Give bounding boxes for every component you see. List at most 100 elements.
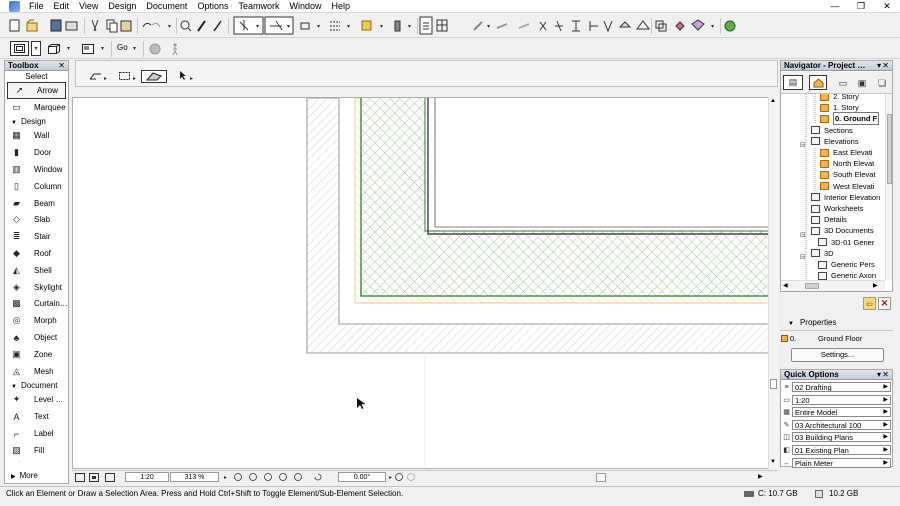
nav-item[interactable]: Sections — [811, 125, 853, 136]
copy-button[interactable] — [106, 19, 120, 33]
view-map-tab[interactable] — [809, 75, 827, 90]
tool-slab[interactable]: ◇ Slab — [5, 212, 68, 229]
paste-button[interactable] — [120, 19, 134, 33]
chevron-right-icon[interactable]: ▸ — [224, 474, 227, 481]
new-view-button[interactable]: ▭ — [863, 297, 876, 310]
tool-marquee[interactable]: ▭ Marquee — [5, 99, 68, 116]
delete-button[interactable]: ✕ — [878, 297, 891, 310]
quick-option-select[interactable]: 03 Architectural 100 ▶ — [792, 419, 891, 430]
open-file-button[interactable] — [26, 19, 40, 33]
menu-document[interactable]: Document — [141, 0, 192, 13]
close-icon[interactable]: ✕ — [882, 61, 889, 71]
tool-skylight[interactable]: ◈ Skylight — [5, 279, 68, 296]
tool-shell[interactable]: ◭ Shell — [5, 262, 68, 279]
nav-item[interactable]: Elevations — [811, 136, 859, 147]
quick-option-select[interactable]: Plain Meter ▶ — [792, 457, 891, 468]
elevate-button[interactable] — [553, 19, 567, 33]
solid-operations-button[interactable] — [673, 19, 687, 33]
archicad-app-icon[interactable] — [9, 0, 20, 12]
save-button[interactable] — [49, 19, 63, 33]
nav-item[interactable]: 3D Documents — [811, 225, 874, 236]
redo-button[interactable] — [157, 19, 171, 33]
menu-design[interactable]: Design — [103, 0, 141, 13]
intersect-button[interactable] — [618, 19, 632, 33]
floor-plan-canvas[interactable] — [72, 97, 778, 469]
document-group-toggle[interactable]: ▼ Document — [5, 380, 68, 392]
scroll-left-icon[interactable]: ◀ — [783, 282, 788, 289]
fit-window-icon[interactable] — [88, 471, 100, 483]
navigator-scroll-thumb[interactable] — [887, 114, 892, 184]
nav-item[interactable]: Details — [811, 214, 847, 225]
fill-settings-button[interactable] — [391, 19, 405, 33]
nav-item[interactable]: West Elevati — [820, 181, 875, 192]
morph-operations-button[interactable] — [690, 19, 704, 33]
scroll-right-icon[interactable]: ▶ — [758, 473, 763, 480]
tool-text[interactable]: A Text — [5, 408, 68, 425]
close-icon[interactable]: ✕ — [882, 370, 889, 380]
nav-item[interactable]: 2. Story — [820, 94, 859, 102]
tool-level-dimension[interactable]: ✦ Level … — [5, 392, 68, 409]
tool-stair[interactable]: ≣ Stair — [5, 228, 68, 245]
tool-object[interactable]: ♣ Object — [5, 329, 68, 346]
settings-button[interactable]: Settings... — [791, 348, 884, 362]
orbit-button[interactable] — [148, 42, 162, 56]
trim-roof-button[interactable] — [635, 19, 649, 33]
chevron-down-icon[interactable]: ▾ — [877, 61, 881, 71]
marquee-shape-button[interactable] — [118, 69, 132, 83]
tool-door[interactable]: ▮ Door — [5, 144, 68, 161]
inject-parameters-button[interactable] — [212, 19, 226, 33]
layer-settings-button[interactable] — [360, 19, 374, 33]
arrow-settings-button[interactable] — [176, 68, 190, 82]
minimize-icon[interactable]: — — [822, 0, 848, 13]
trace-button[interactable] — [420, 19, 434, 33]
restore-icon[interactable]: ❐ — [848, 0, 874, 13]
tool-wall[interactable]: ▦ Wall — [5, 128, 68, 145]
nav-item[interactable]: East Elevati — [820, 147, 873, 158]
snap-guides-button[interactable] — [267, 19, 281, 33]
vertical-scroll-thumb[interactable] — [770, 379, 777, 389]
layout-view-button[interactable] — [81, 42, 95, 56]
zoom-extents-icon[interactable] — [104, 471, 116, 483]
chevron-down-icon[interactable]: ▾ — [101, 45, 104, 52]
selection-method-button[interactable] — [88, 69, 102, 83]
quick-option-select[interactable]: 01 Existing Plan ▶ — [792, 445, 891, 455]
go-button[interactable]: Go — [117, 43, 128, 52]
angle-field[interactable]: 0.00° — [338, 472, 386, 482]
properties-header[interactable]: ▼ Properties — [788, 318, 836, 327]
new-file-button[interactable] — [8, 19, 22, 33]
group-button[interactable] — [654, 19, 668, 33]
tool-curtain-wall[interactable]: ▩ Curtain… — [5, 296, 68, 313]
tool-zone[interactable]: ▣ Zone — [5, 346, 68, 363]
nav-item[interactable]: Interior Elevation — [811, 192, 880, 203]
walk-button[interactable] — [168, 42, 182, 56]
publisher-sets-tab[interactable]: ▣ — [855, 76, 869, 90]
chevron-down-icon[interactable]: ▾ — [133, 45, 136, 52]
chevron-down-icon[interactable]: ▾ — [67, 45, 70, 52]
quick-option-select[interactable]: 02 Drafting ▶ — [792, 382, 891, 392]
close-icon[interactable]: ✕ — [874, 0, 900, 13]
view-dropdown-button[interactable]: ▾ — [31, 41, 41, 56]
find-select-button[interactable] — [178, 19, 192, 33]
tool-label[interactable]: ⌐ Label — [5, 425, 68, 442]
tool-arrow-pointer[interactable]: ➚ Arrow — [7, 82, 66, 99]
menu-options[interactable]: Options — [192, 0, 233, 13]
geometry-method-button[interactable] — [141, 70, 167, 83]
horizontal-scroll-thumb[interactable] — [596, 473, 606, 482]
navigator-hscroll-thumb[interactable] — [805, 283, 819, 289]
canvas-vertical-scrollbar[interactable]: ▲ ▼ — [768, 97, 778, 469]
zoom-field[interactable]: 313 % — [170, 472, 219, 482]
scale-field[interactable]: 1:20 — [125, 472, 169, 482]
zoom-buttons[interactable] — [232, 472, 332, 483]
chevron-down-icon[interactable]: ▸ — [133, 75, 136, 82]
chevron-down-icon[interactable]: ▸ — [190, 75, 193, 82]
pick-up-parameters-button[interactable] — [196, 19, 210, 33]
3d-window-button[interactable] — [47, 42, 61, 56]
menu-edit[interactable]: Edit — [49, 0, 75, 13]
scroll-up-icon[interactable]: ▲ — [770, 98, 776, 104]
quick-option-select[interactable]: Entire Model ▶ — [792, 407, 891, 418]
guide-lines-button[interactable] — [236, 19, 250, 33]
tool-fill[interactable]: ▨ Fill — [5, 442, 68, 459]
tool-column[interactable]: ▯ Column — [5, 178, 68, 195]
menu-help[interactable]: Help — [327, 0, 356, 13]
project-map-tab[interactable]: ▤ — [783, 75, 803, 90]
